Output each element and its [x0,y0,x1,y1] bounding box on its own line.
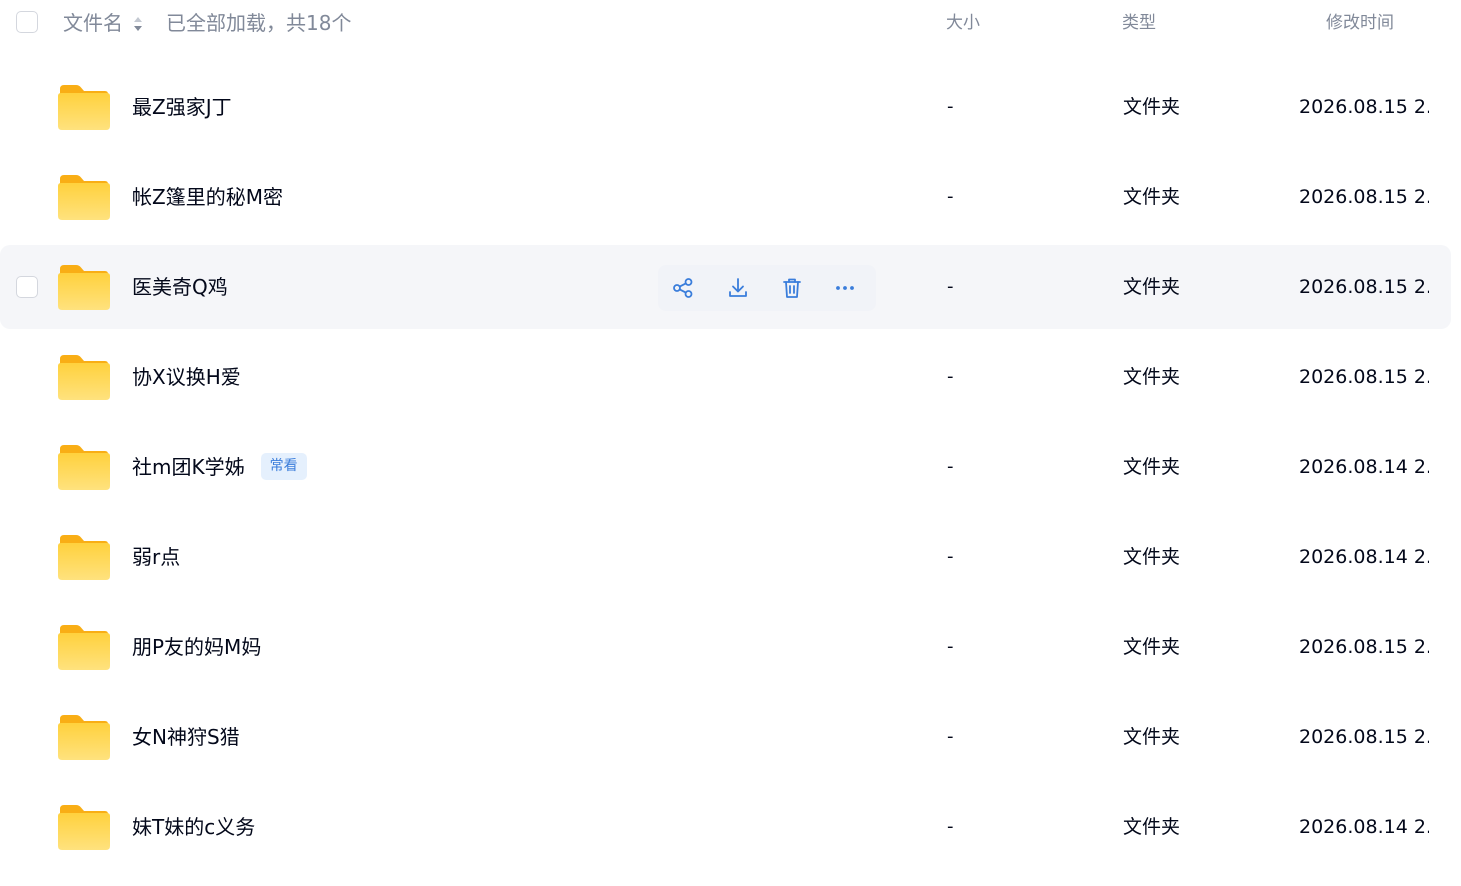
file-row[interactable]: 社m团K学姊常看 - 文件夹 2026.08.14 2... [0,425,1451,509]
file-row[interactable]: 协X议换H爱 - 文件夹 2026.08.15 2... [0,335,1451,419]
file-modified-time: 2026.08.14 2... [1299,816,1429,838]
folder-icon [58,175,110,220]
file-type: 文件夹 [1123,726,1181,748]
row-checkbox[interactable] [16,276,38,298]
file-size: - [947,186,954,207]
file-modified-time: 2026.08.15 2... [1299,366,1429,388]
file-modified-time: 2026.08.15 2... [1299,276,1429,298]
file-size: - [947,456,954,477]
file-row[interactable]: 最Z强家J丁 - 文件夹 2026.08.15 2... [0,65,1451,149]
file-size: - [947,816,954,837]
file-type: 文件夹 [1123,96,1181,118]
file-row[interactable]: 弱r点 - 文件夹 2026.08.14 2... [0,515,1451,599]
folder-icon [58,805,110,850]
folder-icon [58,355,110,400]
file-row[interactable]: 帐Z篷里的秘M密 - 文件夹 2026.08.15 2... [0,155,1451,239]
column-header-name[interactable]: 文件名 [63,10,123,36]
file-type: 文件夹 [1123,186,1181,208]
file-name[interactable]: 女N神狩S猎 [132,724,240,750]
folder-icon [58,445,110,490]
delete-icon[interactable] [780,276,804,300]
frequent-badge: 常看 [260,453,307,480]
file-type: 文件夹 [1123,816,1181,838]
file-name[interactable]: 妹T妹的c义务 [132,814,255,840]
file-size: - [947,96,954,117]
file-modified-time: 2026.08.15 2... [1299,96,1429,118]
file-size: - [947,636,954,657]
folder-icon [58,715,110,760]
file-type: 文件夹 [1123,366,1181,388]
file-name[interactable]: 朋P友的妈M妈 [132,634,261,660]
file-row-hovered[interactable]: 医美奇Q鸡 - 文件夹 2026.08.15 2 [0,245,1451,329]
file-name[interactable]: 弱r点 [132,544,180,570]
file-size: - [947,276,954,297]
file-size: - [947,726,954,747]
file-name[interactable]: 社m团K学姊 [132,455,245,479]
file-row[interactable]: 朋P友的妈M妈 - 文件夹 2026.08.15 2... [0,605,1451,689]
file-name[interactable]: 最Z强家J丁 [132,94,232,120]
file-size: - [947,546,954,567]
file-type: 文件夹 [1123,276,1181,298]
file-type: 文件夹 [1123,636,1181,658]
file-row[interactable]: 女N神狩S猎 - 文件夹 2026.08.15 2... [0,695,1451,779]
column-header-type[interactable]: 类型 [1122,12,1156,34]
file-modified-time: 2026.08.15 2... [1299,186,1429,208]
file-type: 文件夹 [1123,546,1181,568]
file-modified-time: 2026.08.15 2... [1299,636,1429,658]
folder-icon [58,625,110,670]
file-size: - [947,366,954,387]
share-icon[interactable] [671,276,695,300]
folder-icon [58,535,110,580]
folder-icon [58,85,110,130]
file-list-header: 文件名 已全部加载，共18个 大小 类型 修改时间 [0,0,1461,46]
more-icon[interactable] [833,276,857,300]
file-name[interactable]: 协X议换H爱 [132,364,241,390]
sort-icon[interactable] [133,16,143,32]
file-modified-time: 2026.08.14 2... [1299,456,1429,478]
column-header-modified[interactable]: 修改时间 [1326,12,1394,34]
column-header-size[interactable]: 大小 [946,12,980,34]
file-type: 文件夹 [1123,456,1181,478]
select-all-checkbox[interactable] [16,11,38,33]
file-row[interactable]: 妹T妹的c义务 - 文件夹 2026.08.14 2... [0,785,1451,869]
folder-icon [58,265,110,310]
file-name[interactable]: 帐Z篷里的秘M密 [132,184,283,210]
download-icon[interactable] [726,276,750,300]
file-name[interactable]: 医美奇Q鸡 [132,274,228,300]
load-status-text: 已全部加载，共18个 [166,11,352,35]
file-modified-time: 2026.08.15 2... [1299,726,1429,748]
file-name-container: 社m团K学姊 常看 [132,453,307,482]
file-modified-time: 2026.08.14 2... [1299,546,1429,568]
row-actions-toolbar [658,265,876,311]
